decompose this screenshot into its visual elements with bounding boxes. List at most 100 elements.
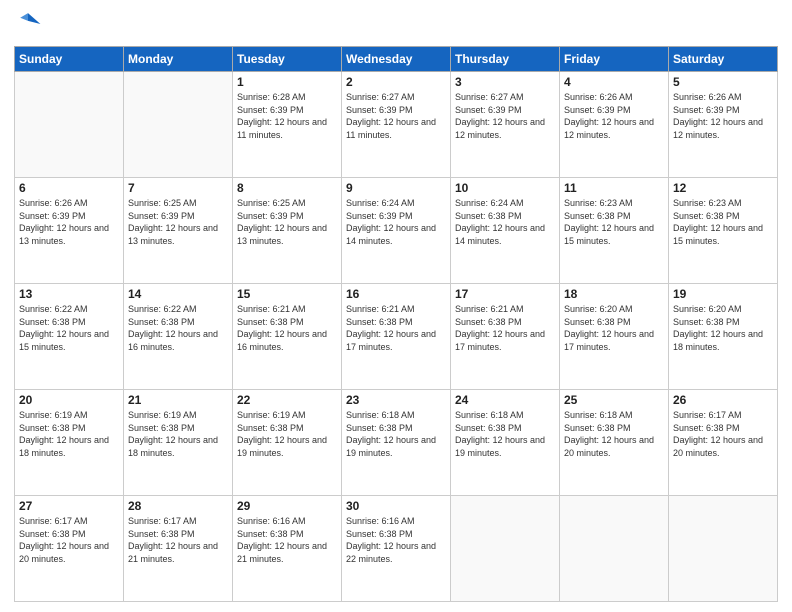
calendar-cell (451, 496, 560, 602)
calendar-cell: 17Sunrise: 6:21 AM Sunset: 6:38 PM Dayli… (451, 284, 560, 390)
day-info: Sunrise: 6:22 AM Sunset: 6:38 PM Dayligh… (19, 303, 119, 353)
day-info: Sunrise: 6:19 AM Sunset: 6:38 PM Dayligh… (128, 409, 228, 459)
calendar-cell: 18 Sunrise: 6:20 AM Sunset: 6:38 PM Dayli… (560, 284, 669, 390)
day-info: Sunrise: 6:26 AM Sunset: 6:39 PM Dayligh… (673, 91, 773, 141)
day-info: Sunrise: 6:26 AM Sunset: 6:39 PM Dayligh… (19, 197, 119, 247)
day-number: 27 (19, 499, 119, 513)
calendar-cell (560, 496, 669, 602)
header (14, 10, 778, 38)
day-number: 20 (19, 393, 119, 407)
dow-header: Tuesday (233, 47, 342, 72)
day-number: 2 (346, 75, 446, 89)
calendar-cell: 27 Sunrise: 6:17 AM Sunset: 6:38 PM Dayli… (15, 496, 124, 602)
calendar-cell (669, 496, 778, 602)
calendar-cell (15, 72, 124, 178)
calendar-cell: 14 Sunrise: 6:22 AM Sunset: 6:38 PM Dayli… (124, 284, 233, 390)
day-number: 24 (455, 393, 555, 407)
day-info: Sunrise: 6:16 AM Sunset: 6:38 PM Dayligh… (346, 515, 446, 565)
day-number: 14 (128, 287, 228, 301)
calendar-cell: 8Sunrise: 6:25 AM Sunset: 6:39 PM Daylig… (233, 178, 342, 284)
calendar-cell: 3 Sunrise: 6:27 AM Sunset: 6:39 PM Daylig… (451, 72, 560, 178)
day-info: Sunrise: 6:20 AM Sunset: 6:38 PM Dayligh… (564, 303, 664, 353)
day-number: 7 (128, 181, 228, 195)
day-number: 16 (346, 287, 446, 301)
calendar-cell: 22Sunrise: 6:19 AM Sunset: 6:38 PM Dayli… (233, 390, 342, 496)
day-number: 8 (237, 181, 337, 195)
calendar-body: 1 Sunrise: 6:28 AM Sunset: 6:39 PM Daylig… (15, 72, 778, 602)
day-info: Sunrise: 6:19 AM Sunset: 6:38 PM Dayligh… (19, 409, 119, 459)
calendar-cell: 11Sunrise: 6:23 AM Sunset: 6:38 PM Dayli… (560, 178, 669, 284)
calendar-cell: 25Sunrise: 6:18 AM Sunset: 6:38 PM Dayli… (560, 390, 669, 496)
day-number: 29 (237, 499, 337, 513)
day-info: Sunrise: 6:17 AM Sunset: 6:38 PM Dayligh… (128, 515, 228, 565)
day-number: 13 (19, 287, 119, 301)
calendar-cell: 20 Sunrise: 6:19 AM Sunset: 6:38 PM Dayli… (15, 390, 124, 496)
day-number: 6 (19, 181, 119, 195)
calendar-cell: 26 Sunrise: 6:17 AM Sunset: 6:38 PM Dayli… (669, 390, 778, 496)
calendar-cell: 28 Sunrise: 6:17 AM Sunset: 6:38 PM Dayli… (124, 496, 233, 602)
calendar-cell: 6 Sunrise: 6:26 AM Sunset: 6:39 PM Daylig… (15, 178, 124, 284)
day-info: Sunrise: 6:27 AM Sunset: 6:39 PM Dayligh… (346, 91, 446, 141)
dow-header: Thursday (451, 47, 560, 72)
calendar-cell: 23 Sunrise: 6:18 AM Sunset: 6:38 PM Dayli… (342, 390, 451, 496)
day-info: Sunrise: 6:23 AM Sunset: 6:38 PM Dayligh… (673, 197, 773, 247)
day-info: Sunrise: 6:17 AM Sunset: 6:38 PM Dayligh… (673, 409, 773, 459)
day-info: Sunrise: 6:26 AM Sunset: 6:39 PM Dayligh… (564, 91, 664, 141)
day-number: 28 (128, 499, 228, 513)
calendar-cell: 16 Sunrise: 6:21 AM Sunset: 6:38 PM Dayli… (342, 284, 451, 390)
day-number: 18 (564, 287, 664, 301)
day-number: 30 (346, 499, 446, 513)
calendar-cell: 7 Sunrise: 6:25 AM Sunset: 6:39 PM Daylig… (124, 178, 233, 284)
day-info: Sunrise: 6:16 AM Sunset: 6:38 PM Dayligh… (237, 515, 337, 565)
calendar-table: SundayMondayTuesdayWednesdayThursdayFrid… (14, 46, 778, 602)
dow-header: Sunday (15, 47, 124, 72)
calendar-week-row: 20 Sunrise: 6:19 AM Sunset: 6:38 PM Dayli… (15, 390, 778, 496)
day-number: 9 (346, 181, 446, 195)
day-info: Sunrise: 6:21 AM Sunset: 6:38 PM Dayligh… (455, 303, 555, 353)
day-info: Sunrise: 6:25 AM Sunset: 6:39 PM Dayligh… (128, 197, 228, 247)
calendar-week-row: 27 Sunrise: 6:17 AM Sunset: 6:38 PM Dayli… (15, 496, 778, 602)
calendar-cell: 13 Sunrise: 6:22 AM Sunset: 6:38 PM Dayli… (15, 284, 124, 390)
day-number: 26 (673, 393, 773, 407)
day-info: Sunrise: 6:17 AM Sunset: 6:38 PM Dayligh… (19, 515, 119, 565)
calendar-cell: 9 Sunrise: 6:24 AM Sunset: 6:39 PM Daylig… (342, 178, 451, 284)
calendar-week-row: 13 Sunrise: 6:22 AM Sunset: 6:38 PM Dayli… (15, 284, 778, 390)
day-number: 22 (237, 393, 337, 407)
calendar-cell: 2 Sunrise: 6:27 AM Sunset: 6:39 PM Daylig… (342, 72, 451, 178)
day-info: Sunrise: 6:27 AM Sunset: 6:39 PM Dayligh… (455, 91, 555, 141)
calendar-cell: 4 Sunrise: 6:26 AM Sunset: 6:39 PM Daylig… (560, 72, 669, 178)
calendar-cell: 10 Sunrise: 6:24 AM Sunset: 6:38 PM Dayli… (451, 178, 560, 284)
calendar-week-row: 6 Sunrise: 6:26 AM Sunset: 6:39 PM Daylig… (15, 178, 778, 284)
day-number: 10 (455, 181, 555, 195)
dow-header: Friday (560, 47, 669, 72)
day-info: Sunrise: 6:18 AM Sunset: 6:38 PM Dayligh… (564, 409, 664, 459)
calendar-cell: 24 Sunrise: 6:18 AM Sunset: 6:38 PM Dayli… (451, 390, 560, 496)
page: SundayMondayTuesdayWednesdayThursdayFrid… (0, 0, 792, 612)
day-info: Sunrise: 6:18 AM Sunset: 6:38 PM Dayligh… (346, 409, 446, 459)
day-info: Sunrise: 6:21 AM Sunset: 6:38 PM Dayligh… (346, 303, 446, 353)
day-info: Sunrise: 6:24 AM Sunset: 6:38 PM Dayligh… (455, 197, 555, 247)
day-info: Sunrise: 6:22 AM Sunset: 6:38 PM Dayligh… (128, 303, 228, 353)
dow-header: Wednesday (342, 47, 451, 72)
day-info: Sunrise: 6:21 AM Sunset: 6:38 PM Dayligh… (237, 303, 337, 353)
day-info: Sunrise: 6:18 AM Sunset: 6:38 PM Dayligh… (455, 409, 555, 459)
day-number: 23 (346, 393, 446, 407)
day-number: 1 (237, 75, 337, 89)
day-number: 3 (455, 75, 555, 89)
day-number: 4 (564, 75, 664, 89)
calendar-cell: 12 Sunrise: 6:23 AM Sunset: 6:38 PM Dayli… (669, 178, 778, 284)
days-of-week-row: SundayMondayTuesdayWednesdayThursdayFrid… (15, 47, 778, 72)
logo (14, 10, 46, 38)
day-number: 15 (237, 287, 337, 301)
day-info: Sunrise: 6:28 AM Sunset: 6:39 PM Dayligh… (237, 91, 337, 141)
day-number: 19 (673, 287, 773, 301)
logo-icon (14, 10, 42, 38)
day-number: 5 (673, 75, 773, 89)
calendar-cell: 30 Sunrise: 6:16 AM Sunset: 6:38 PM Dayli… (342, 496, 451, 602)
dow-header: Saturday (669, 47, 778, 72)
day-number: 12 (673, 181, 773, 195)
day-number: 21 (128, 393, 228, 407)
day-info: Sunrise: 6:24 AM Sunset: 6:39 PM Dayligh… (346, 197, 446, 247)
calendar-week-row: 1 Sunrise: 6:28 AM Sunset: 6:39 PM Daylig… (15, 72, 778, 178)
day-number: 11 (564, 181, 664, 195)
